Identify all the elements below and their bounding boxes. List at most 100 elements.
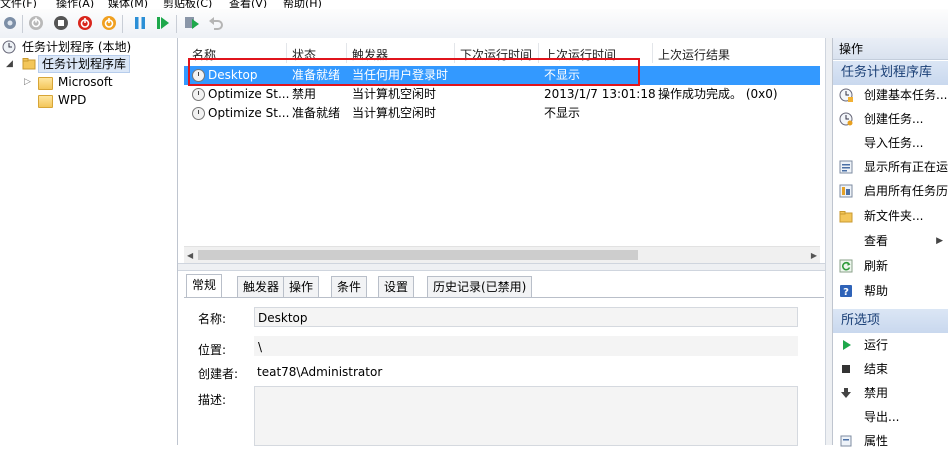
collapsed-triangle-icon[interactable]: ▷ (24, 73, 31, 91)
horizontal-scrollbar[interactable]: ◀ ▶ (184, 246, 820, 264)
tree-item-label: WPD (58, 93, 87, 107)
action-label: 导入任务... (864, 136, 924, 150)
end-icon (842, 365, 850, 373)
tree-item-label: 任务计划程序库 (38, 55, 131, 73)
author-label: 创建者: (198, 367, 239, 381)
task-status: 准备就绪 (292, 106, 341, 120)
action-end[interactable]: 结束 (833, 357, 948, 381)
section-selected-item[interactable]: 所选项 (833, 309, 948, 333)
name-label: 名称: (198, 312, 227, 326)
action-show-running[interactable]: 显示所有正在运 (833, 155, 948, 179)
action-label: 创建基本任务... (864, 88, 948, 102)
create-basic-task-icon (839, 88, 853, 102)
menu-media[interactable]: 媒体(M) (108, 0, 148, 8)
run-task-icon[interactable] (184, 15, 200, 31)
pane-splitter[interactable] (178, 263, 825, 271)
detail-tabs: 常规 触发器 操作 条件 设置 历史记录(已禁用) (184, 274, 824, 298)
run-icon (843, 340, 851, 350)
scrollbar-thumb[interactable] (198, 250, 638, 260)
create-task-icon (839, 112, 853, 126)
tree-item-label: 任务计划程序 (本地) (22, 40, 132, 54)
actions-header: 操作 (833, 38, 948, 60)
task-status: 禁用 (292, 87, 317, 101)
action-label: 禁用 (864, 386, 889, 400)
action-label: 运行 (864, 338, 889, 352)
restart-icon[interactable] (101, 15, 117, 31)
tab-triggers[interactable]: 触发器 (237, 276, 286, 297)
action-label: 刷新 (864, 259, 889, 273)
name-field[interactable]: Desktop (254, 307, 798, 327)
task-row-optimize-1[interactable]: Optimize St... 禁用 当计算机空闲时 2013/1/7 13:01… (184, 85, 820, 104)
enable-history-icon (839, 184, 853, 198)
task-name: Optimize St... (208, 87, 290, 101)
scroll-right-icon[interactable]: ▶ (811, 251, 817, 260)
tab-actions[interactable]: 操作 (283, 276, 320, 297)
location-value: \ (254, 336, 798, 356)
tab-history[interactable]: 历史记录(已禁用) (427, 276, 533, 297)
expanded-triangle-icon[interactable]: ◢ (6, 55, 13, 73)
tab-settings[interactable]: 设置 (378, 276, 415, 297)
power-icon[interactable] (28, 15, 44, 31)
action-run[interactable]: 运行 (833, 333, 948, 357)
action-export[interactable]: 导出... (833, 405, 948, 429)
submenu-arrow-icon: ▶ (936, 236, 943, 246)
action-help[interactable]: ? 帮助 (833, 279, 948, 303)
column-divider[interactable] (652, 43, 653, 63)
task-last-result: 操作成功完成。 (0x0) (658, 87, 778, 101)
action-view[interactable]: 查看 ▶ (833, 229, 948, 253)
action-create-task[interactable]: 创建任务... (833, 107, 948, 131)
menu-file[interactable]: 文件(F) (0, 0, 37, 8)
tree-item-label: Microsoft (58, 75, 113, 89)
task-last-run: 不显示 (544, 106, 581, 120)
action-properties[interactable]: 属性 (833, 429, 948, 453)
menu-bar: 文件(F) 操作(A) 媒体(M) 剪贴板(C) 查看(V) 帮助(H) (0, 0, 948, 8)
task-trigger: 当计算机空闲时 (352, 87, 437, 101)
action-import-task[interactable]: 导入任务... (833, 131, 948, 155)
shutdown-icon[interactable] (77, 15, 93, 31)
action-create-basic-task[interactable]: 创建基本任务... (833, 83, 948, 107)
location-label: 位置: (198, 343, 227, 357)
scroll-left-icon[interactable]: ◀ (187, 251, 193, 260)
tab-general[interactable]: 常规 (186, 274, 223, 298)
action-refresh[interactable]: 刷新 (833, 254, 948, 278)
running-tasks-icon (839, 160, 853, 174)
action-label: 显示所有正在运 (864, 160, 948, 174)
undo-icon[interactable] (208, 15, 224, 31)
tab-conditions[interactable]: 条件 (331, 276, 368, 297)
toolbar-separator (22, 15, 23, 33)
task-row-optimize-2[interactable]: Optimize St... 准备就绪 当计算机空闲时 不显示 (184, 104, 820, 123)
description-label: 描述: (198, 393, 227, 407)
clock-icon (192, 107, 205, 120)
action-label: 启用所有任务历 (864, 184, 948, 198)
menu-action[interactable]: 操作(A) (56, 0, 94, 8)
clock-icon (192, 88, 205, 101)
pause-icon[interactable] (132, 15, 148, 31)
properties-icon (840, 435, 852, 447)
menu-help[interactable]: 帮助(H) (283, 0, 322, 8)
highlight-annotation-box (188, 58, 640, 86)
play-icon[interactable] (155, 15, 171, 31)
action-new-folder[interactable]: 新文件夹... (833, 204, 948, 228)
menu-view[interactable]: 查看(V) (229, 0, 267, 8)
connect-icon[interactable] (2, 15, 18, 31)
section-task-library[interactable]: 任务计划程序库 (833, 61, 948, 85)
action-label: 帮助 (864, 284, 889, 298)
menu-clipboard[interactable]: 剪贴板(C) (163, 0, 212, 8)
description-field[interactable] (254, 386, 798, 446)
clock-icon (2, 40, 16, 54)
toolbar-separator (176, 15, 177, 33)
action-label: 属性 (864, 434, 889, 448)
folder-icon (38, 77, 53, 90)
disable-icon (841, 388, 851, 398)
actions-pane: 操作 任务计划程序库 创建基本任务... 创建任务... 导入任务... 显示所… (832, 38, 948, 448)
navigation-tree: 任务计划程序 (本地) ◢ 任务计划程序库 ▷ Microsoft WPD (0, 38, 178, 445)
action-enable-history[interactable]: 启用所有任务历 (833, 179, 948, 203)
svg-text:?: ? (843, 287, 849, 298)
stop-icon[interactable] (53, 15, 69, 31)
folder-icon (22, 58, 36, 70)
column-header-last-result[interactable]: 上次运行结果 (658, 46, 730, 63)
action-label: 创建任务... (864, 112, 924, 126)
refresh-icon (839, 259, 853, 273)
action-label: 查看 (864, 234, 889, 248)
action-disable[interactable]: 禁用 (833, 381, 948, 405)
